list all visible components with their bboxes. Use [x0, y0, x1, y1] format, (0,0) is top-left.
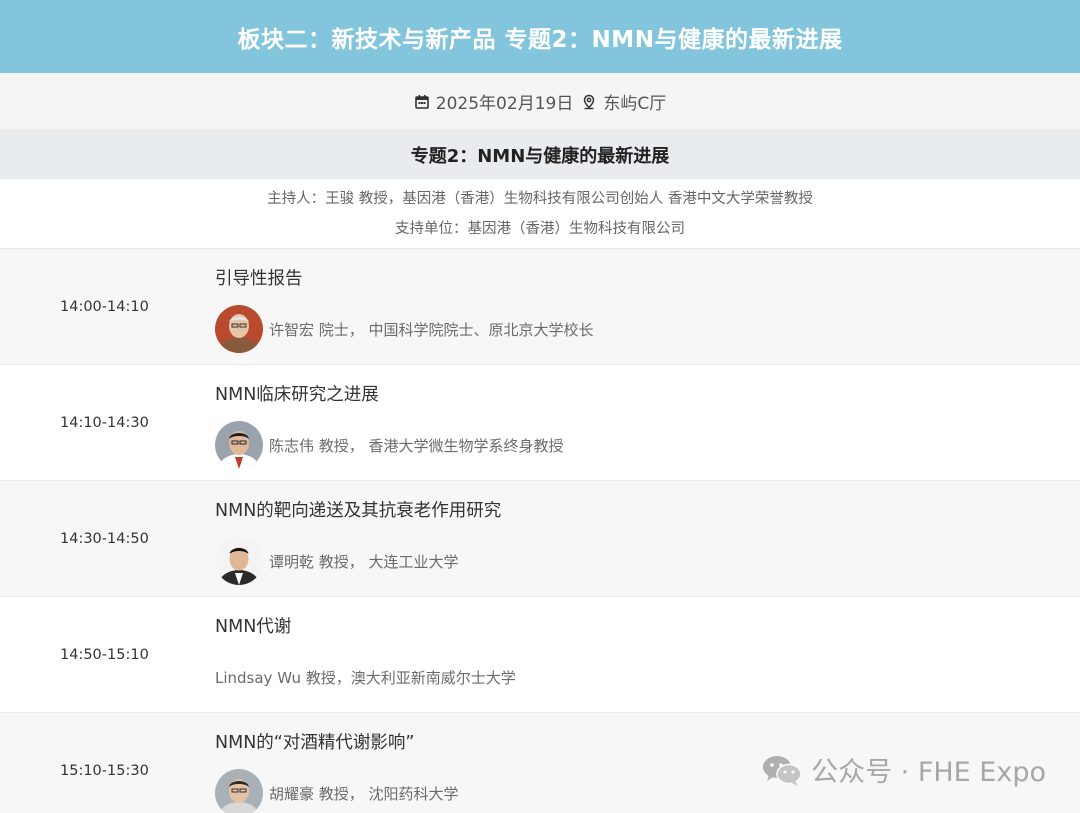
- topic-heading: 专题2：NMN与健康的最新进展: [0, 131, 1080, 179]
- session-speaker: 许智宏 院士， 中国科学院院士、原北京大学校长: [215, 305, 594, 353]
- session-row: 14:00-14:10 引导性报告 许智宏 院士， 中国科学院院士、原北京大学校…: [0, 249, 1080, 365]
- host-info: 主持人：王骏 教授，基因港（香港）生物科技有限公司创始人 香港中文大学荣誉教授 …: [0, 179, 1080, 249]
- banner-title: 板块二：新技术与新产品 专题2：NMN与健康的最新进展: [237, 26, 843, 53]
- page-banner: 板块二：新技术与新产品 专题2：NMN与健康的最新进展: [0, 0, 1080, 73]
- event-meta-bar: 2025年02月19日 东屿C厅: [0, 73, 1080, 131]
- speaker-name: 许智宏 院士， 中国科学院院士、原北京大学校长: [269, 320, 594, 339]
- event-location: 东屿C厅: [603, 94, 667, 114]
- session-row: 14:50-15:10 NMN代谢 Lindsay Wu 教授，澳大利亚新南威尔…: [0, 597, 1080, 713]
- session-speaker: Lindsay Wu 教授，澳大利亚新南威尔士大学: [215, 653, 516, 701]
- location-pin-icon: [581, 94, 597, 110]
- watermark-text: 公众号 · FHE Expo: [811, 757, 1046, 788]
- host-line: 主持人：王骏 教授，基因港（香港）生物科技有限公司创始人 香港中文大学荣誉教授: [267, 190, 813, 207]
- session-row: 14:30-14:50 NMN的靶向递送及其抗衰老作用研究 谭明乾 教授， 大连…: [0, 481, 1080, 597]
- session-time: 14:10-14:30: [60, 414, 149, 431]
- calendar-icon: [414, 94, 430, 110]
- session-row: 14:10-14:30 NMN临床研究之进展 陈志伟 教授， 香港大学微生物学系…: [0, 365, 1080, 481]
- speaker-name: 胡耀豪 教授， 沈阳药科大学: [269, 784, 459, 803]
- session-speaker: 谭明乾 教授， 大连工业大学: [215, 537, 459, 585]
- event-date: 2025年02月19日: [435, 94, 574, 114]
- watermark: 公众号 · FHE Expo: [761, 750, 1046, 789]
- session-time: 15:10-15:30: [60, 762, 149, 779]
- speaker-avatar: [215, 769, 263, 813]
- wechat-icon: [761, 753, 803, 787]
- speaker-name: 谭明乾 教授， 大连工业大学: [269, 552, 459, 571]
- speaker-avatar: [215, 305, 263, 353]
- supporter-line: 支持单位：基因港（香港）生物科技有限公司: [395, 220, 685, 237]
- session-speaker: 胡耀豪 教授， 沈阳药科大学: [215, 769, 459, 813]
- session-speaker: 陈志伟 教授， 香港大学微生物学系终身教授: [215, 421, 564, 469]
- session-title: NMN的靶向递送及其抗衰老作用研究: [215, 501, 502, 521]
- session-time: 14:00-14:10: [60, 298, 149, 315]
- session-title: 引导性报告: [215, 269, 303, 289]
- session-title: NMN代谢: [215, 617, 292, 637]
- speaker-avatar: [215, 537, 263, 585]
- session-title: NMN临床研究之进展: [215, 385, 379, 405]
- topic-title: 专题2：NMN与健康的最新进展: [410, 146, 670, 167]
- session-time: 14:50-15:10: [60, 646, 149, 663]
- session-title: NMN的“对酒精代谢影响”: [215, 733, 415, 753]
- speaker-avatar: [215, 421, 263, 469]
- speaker-name: 陈志伟 教授， 香港大学微生物学系终身教授: [269, 436, 564, 455]
- speaker-name: Lindsay Wu 教授，澳大利亚新南威尔士大学: [215, 668, 516, 687]
- session-time: 14:30-14:50: [60, 530, 149, 547]
